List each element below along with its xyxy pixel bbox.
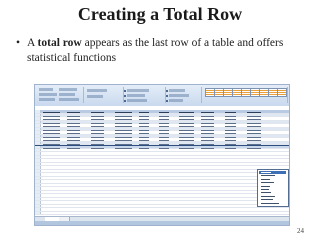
row-header [35, 162, 41, 165]
row-header [35, 204, 41, 207]
row-header [35, 138, 41, 141]
row-header [35, 134, 41, 137]
bullet-text: A total row appears as the last row of a… [16, 36, 306, 66]
excel-screenshot [34, 84, 290, 226]
ribbon-command [127, 94, 145, 97]
row-header [35, 190, 41, 193]
bullet-point: • A total row appears as the last row of… [16, 36, 306, 66]
checkbox-icon [124, 99, 126, 102]
excel-ribbon [35, 85, 289, 107]
ribbon-command [39, 93, 57, 96]
row-header [35, 110, 41, 113]
row-header [35, 211, 41, 214]
page-number: 24 [297, 227, 304, 235]
row-header [35, 187, 41, 190]
slide-title: Creating a Total Row [77, 4, 243, 24]
row-header [35, 201, 41, 204]
row-header [35, 113, 41, 116]
row-header [35, 176, 41, 179]
ribbon-command [59, 98, 79, 101]
row-header [35, 141, 41, 144]
row-header [35, 117, 41, 120]
row-header [35, 194, 41, 197]
row-header [35, 148, 41, 151]
ribbon-command [59, 93, 75, 96]
row-header [35, 146, 41, 148]
ribbon-command [87, 89, 107, 92]
checkbox-icon [166, 94, 168, 97]
ribbon-command [127, 99, 147, 102]
row-header [35, 173, 41, 176]
bullet-bold-term: total row [37, 37, 82, 49]
row-header [35, 120, 41, 123]
row-header [35, 124, 41, 127]
row-header [35, 127, 41, 130]
table-row [35, 211, 289, 215]
table-style-swatch [277, 88, 287, 97]
row-header [35, 208, 41, 211]
ribbon-command [39, 98, 55, 101]
checkbox-icon [124, 94, 126, 97]
checkbox-icon [166, 89, 168, 92]
checkbox-icon [124, 89, 126, 92]
row-header [35, 159, 41, 162]
row-header [35, 169, 41, 172]
bullet-text-start: A [27, 37, 38, 49]
ribbon-command [59, 88, 77, 91]
row-header [35, 183, 41, 186]
status-bar [35, 221, 289, 225]
row-header [35, 131, 41, 134]
row-header [35, 155, 41, 158]
ribbon-command [169, 94, 189, 97]
worksheet-grid [35, 110, 289, 216]
ribbon-command [87, 95, 103, 98]
checkbox-icon [166, 99, 168, 102]
row-header [35, 180, 41, 183]
dropdown-option [259, 202, 286, 205]
total-function-dropdown [257, 169, 289, 207]
row-header [35, 152, 41, 155]
ribbon-command [39, 88, 53, 91]
row-header [35, 197, 41, 200]
row-header [35, 166, 41, 169]
ribbon-command [127, 89, 149, 92]
bullet-marker: • [16, 37, 21, 49]
ribbon-command [169, 99, 183, 102]
ribbon-command [169, 89, 185, 92]
